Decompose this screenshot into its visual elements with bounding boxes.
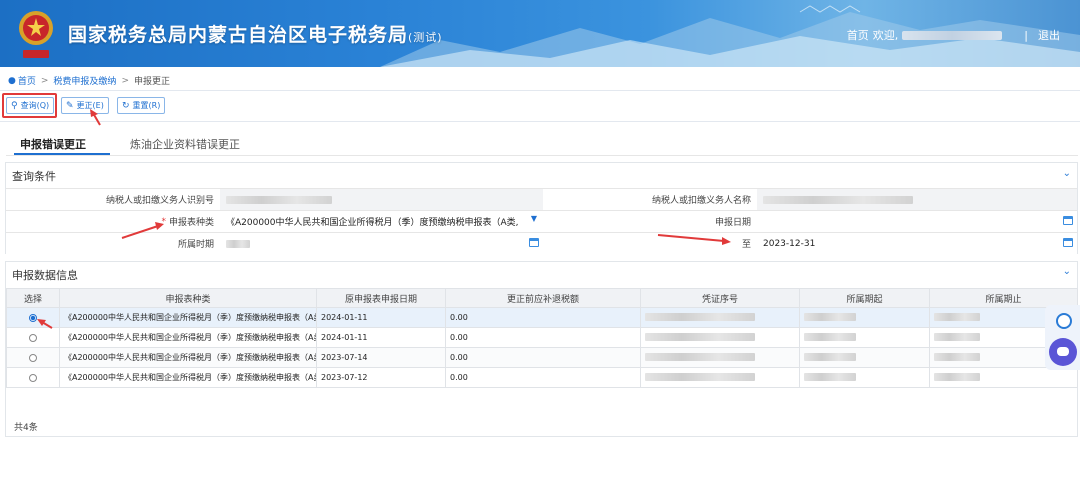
report-date-input[interactable]: [757, 211, 1077, 232]
declaration-table: 选择 申报表种类 原申报表申报日期 更正前应补退税额 凭证序号 所属期起 所属期…: [6, 288, 1078, 388]
form-row-taxpayer: 纳税人或扣缴义务人识别号 纳税人或扣缴义务人名称: [6, 188, 1077, 210]
taxpayer-name-field: [757, 189, 1077, 210]
record-count: 共4条: [14, 423, 38, 433]
arrow-to-correct-button: [92, 112, 101, 126]
query-button[interactable]: ⚲ 查询(Q): [6, 97, 55, 114]
col-voucher-no[interactable]: 凭证序号: [640, 288, 800, 308]
divider: |: [1024, 28, 1028, 42]
form-type-select[interactable]: 《A200000中华人民共和国企业所得税月（季）度预缴纳税申报表（A类, ▼: [220, 211, 543, 232]
col-select: 选择: [6, 288, 60, 308]
divider-line: [0, 121, 1080, 122]
logout-link[interactable]: 退出: [1038, 27, 1060, 43]
table-row[interactable]: 《A200000中华人民共和国企业所得税月（季）度预缴纳税申报表（A类... 2…: [6, 347, 1078, 368]
period-start-input[interactable]: [220, 233, 543, 254]
form-row-period: 所属时期 至 2023-12-31: [6, 232, 1077, 254]
home-link[interactable]: 首页: [847, 27, 869, 43]
form-type-value: 《A200000中华人民共和国企业所得税月（季）度预缴纳税申报表（A类,: [226, 218, 519, 228]
table-row[interactable]: 《A200000中华人民共和国企业所得税月（季）度预缴纳税申报表（A类... 2…: [6, 327, 1078, 348]
user-bar: 首页 欢迎, | 退出: [847, 27, 1060, 43]
declaration-data-panel: 申报数据信息 ⌄ 选择 申报表种类 原申报表申报日期 更正前应补退税额 凭证序号…: [5, 261, 1078, 437]
period-end-input[interactable]: 2023-12-31: [757, 233, 1077, 254]
taxpayer-id-field: [220, 189, 543, 210]
header-banner: 国家税务总局内蒙古自治区电子税务局(测试) 首页 欢迎, | 退出: [0, 0, 1080, 67]
row-radio[interactable]: [29, 353, 37, 362]
table-row[interactable]: 《A200000中华人民共和国企业所得税月（季）度预缴纳税申报表（A类... 2…: [6, 307, 1078, 328]
divider-line: [0, 90, 1080, 91]
period-label: 所属时期: [6, 233, 220, 254]
tab-bar: 申报错误更正 炼油企业资料错误更正: [6, 130, 1078, 156]
feedback-icon[interactable]: [1056, 313, 1072, 329]
query-conditions-panel: 查询条件 ⌄ 纳税人或扣缴义务人识别号 纳税人或扣缴义务人名称 * 申报表种类 …: [5, 162, 1078, 254]
table-row[interactable]: 《A200000中华人民共和国企业所得税月（季）度预缴纳税申报表（A类... 2…: [6, 367, 1078, 388]
location-pin-icon: ●: [8, 75, 16, 86]
calendar-icon[interactable]: [529, 238, 539, 247]
chevron-down-icon[interactable]: ⌄: [1063, 266, 1071, 277]
correct-button[interactable]: ✎ 更正(E): [61, 97, 109, 114]
row-radio[interactable]: [29, 333, 37, 342]
taxpayer-id-label: 纳税人或扣缴义务人识别号: [6, 189, 220, 210]
calendar-icon[interactable]: [1063, 216, 1073, 225]
col-period-start[interactable]: 所属期起: [799, 288, 930, 308]
refresh-icon: ↻: [122, 100, 130, 111]
username-masked: [902, 30, 1003, 40]
breadcrumb-tax-filing[interactable]: 税费申报及缴纳: [53, 74, 116, 87]
data-panel-title: 申报数据信息: [12, 269, 78, 282]
welcome-text: 欢迎,: [872, 29, 899, 42]
period-to-label: 至: [543, 233, 757, 254]
caret-down-icon[interactable]: ▼: [531, 214, 537, 223]
row-radio[interactable]: [29, 313, 37, 322]
floating-toolbar: [1045, 305, 1080, 370]
tab-refinery-data-correction[interactable]: 炼油企业资料错误更正: [130, 136, 240, 152]
calendar-icon[interactable]: [1063, 238, 1073, 247]
col-form-type[interactable]: 申报表种类: [59, 288, 317, 308]
breadcrumb-current: 申报更正: [133, 77, 170, 87]
form-type-label: 申报表种类: [168, 218, 214, 228]
required-marker: *: [161, 216, 166, 227]
form-type-label-cell: * 申报表种类: [6, 211, 220, 232]
tax-emblem-logo: [19, 11, 53, 58]
col-original-date[interactable]: 原申报表申报日期: [316, 288, 446, 308]
reset-button[interactable]: ↻ 重置(R): [117, 97, 166, 114]
report-date-label: 申报日期: [543, 211, 757, 232]
query-panel-title: 查询条件: [12, 170, 56, 183]
search-icon: ⚲: [11, 100, 18, 111]
breadcrumb-home[interactable]: 首页: [18, 74, 36, 87]
row-radio[interactable]: [29, 373, 37, 382]
chevron-down-icon[interactable]: ⌄: [1063, 168, 1071, 179]
period-end-value: 2023-12-31: [763, 238, 816, 249]
edit-icon: ✎: [66, 100, 74, 111]
breadcrumb: ● 首页 > 税费申报及缴纳 > 申报更正: [8, 74, 170, 88]
tab-declaration-error-correction[interactable]: 申报错误更正: [20, 136, 86, 152]
chat-assistant-icon[interactable]: [1049, 338, 1077, 366]
col-amount-before[interactable]: 更正前应补退税额: [445, 288, 641, 308]
active-tab-indicator: [14, 153, 110, 155]
form-row-form-type: * 申报表种类 《A200000中华人民共和国企业所得税月（季）度预缴纳税申报表…: [6, 210, 1077, 232]
table-header-row: 选择 申报表种类 原申报表申报日期 更正前应补退税额 凭证序号 所属期起 所属期…: [6, 288, 1078, 308]
site-title: 国家税务总局内蒙古自治区电子税务局(测试): [68, 24, 443, 46]
taxpayer-name-label: 纳税人或扣缴义务人名称: [543, 189, 757, 210]
